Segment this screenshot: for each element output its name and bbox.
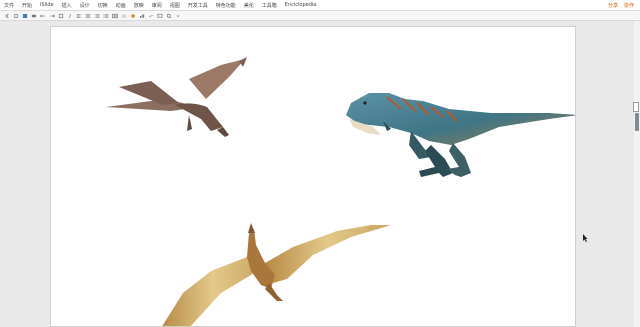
slide-canvas[interactable] bbox=[50, 26, 576, 327]
mouse-cursor-icon bbox=[582, 234, 588, 244]
side-panel-toggle[interactable] bbox=[633, 102, 639, 112]
align-center-icon[interactable] bbox=[85, 13, 91, 19]
align-right-icon[interactable] bbox=[94, 13, 100, 19]
menu-item-beautify[interactable]: 美化 bbox=[240, 2, 258, 9]
chart-icon[interactable] bbox=[139, 13, 145, 19]
comment-icon[interactable] bbox=[157, 13, 163, 19]
workspace bbox=[0, 21, 640, 327]
image-icon[interactable] bbox=[121, 13, 127, 19]
menu-item-insert[interactable]: 插入 bbox=[58, 2, 76, 9]
arrow-left-icon[interactable] bbox=[4, 13, 10, 19]
menu-item-slideshow[interactable]: 放映 bbox=[130, 2, 148, 9]
menu-item-developer[interactable]: 开发工具 bbox=[184, 2, 212, 9]
menu-item-enciclopedia[interactable]: Enciclopedia bbox=[281, 2, 321, 8]
menu-item-review[interactable]: 审阅 bbox=[148, 2, 166, 9]
menu-item-islide[interactable]: iSlide bbox=[36, 2, 58, 8]
menu-item-animation[interactable]: 动画 bbox=[112, 2, 130, 9]
collab-button[interactable]: 协作 bbox=[624, 2, 634, 9]
menu-item-home[interactable]: 开始 bbox=[18, 2, 36, 9]
shape-icon[interactable] bbox=[130, 13, 136, 19]
redo-icon[interactable] bbox=[49, 13, 55, 19]
zoom-icon[interactable] bbox=[166, 13, 172, 19]
more-icon[interactable] bbox=[175, 13, 181, 19]
undo-icon[interactable] bbox=[39, 13, 46, 19]
bold-icon[interactable] bbox=[58, 13, 64, 19]
slide-artwork bbox=[106, 57, 576, 327]
menu-item-toolbox[interactable]: 工具箱 bbox=[258, 2, 281, 9]
flying-reptile-image[interactable] bbox=[106, 57, 247, 137]
list-icon[interactable] bbox=[103, 13, 109, 19]
quick-toolbar bbox=[0, 11, 640, 21]
menu-item-features[interactable]: 特色功能 bbox=[212, 2, 240, 9]
menu-item-transition[interactable]: 切换 bbox=[94, 2, 112, 9]
menu-item-file[interactable]: 文件 bbox=[0, 2, 18, 9]
save-icon[interactable] bbox=[22, 13, 28, 19]
link-icon[interactable] bbox=[148, 13, 154, 19]
refresh-icon[interactable] bbox=[13, 13, 19, 19]
print-icon[interactable] bbox=[31, 13, 37, 19]
scroll-thumb[interactable] bbox=[635, 113, 639, 131]
table-icon[interactable] bbox=[111, 13, 118, 19]
pterosaur-image[interactable] bbox=[161, 223, 391, 327]
menu-right-group: 分享 协作 bbox=[608, 2, 640, 9]
align-left-icon[interactable] bbox=[76, 13, 82, 19]
share-button[interactable]: 分享 bbox=[608, 2, 618, 9]
menu-bar: 文件 开始 iSlide 插入 设计 切换 动画 放映 审阅 视图 开发工具 特… bbox=[0, 0, 640, 11]
menu-item-view[interactable]: 视图 bbox=[166, 2, 184, 9]
tyrannosaurus-image[interactable] bbox=[346, 93, 576, 177]
menu-item-design[interactable]: 设计 bbox=[76, 2, 94, 9]
italic-icon[interactable] bbox=[67, 13, 73, 19]
vertical-scrollbar[interactable] bbox=[634, 21, 640, 327]
